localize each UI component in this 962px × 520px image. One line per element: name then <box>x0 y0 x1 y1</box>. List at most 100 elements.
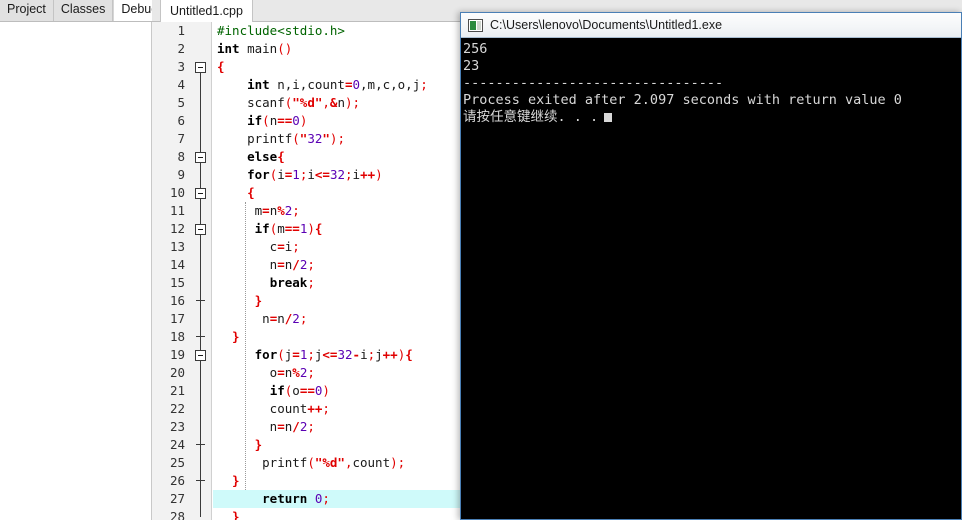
line-number: 12 <box>169 221 185 236</box>
left-tab-classes[interactable]: Classes <box>53 0 114 21</box>
line-number: 14 <box>169 257 185 272</box>
code-token-op: ++ <box>307 401 323 416</box>
gutter-row[interactable]: 6 <box>152 112 211 130</box>
line-number: 13 <box>169 239 185 254</box>
gutter-row[interactable]: 22 <box>152 400 211 418</box>
code-token-punc: ) <box>322 383 330 398</box>
code-token-punc: ; <box>292 239 300 254</box>
fold-end-marker-icon <box>196 300 205 301</box>
code-token-id: n <box>277 311 285 326</box>
line-number: 7 <box>177 131 185 146</box>
gutter-row[interactable]: 20 <box>152 364 211 382</box>
fold-end-marker-icon <box>196 480 205 481</box>
tab-label: Untitled1.cpp <box>170 4 243 18</box>
code-token-op: = <box>262 203 270 218</box>
code-token-brace: { <box>314 221 323 236</box>
code-token-id: i <box>352 167 361 182</box>
gutter-row[interactable]: 2 <box>152 40 211 58</box>
code-token-num: 1 <box>292 167 300 182</box>
gutter-row[interactable]: 19 <box>152 346 211 364</box>
gutter-row[interactable]: 10 <box>152 184 211 202</box>
code-token-punc: ; <box>420 77 428 92</box>
code-token-kw: for <box>254 347 278 362</box>
left-panel: Project Classes Debug <box>0 0 167 520</box>
fold-collapse-icon[interactable] <box>195 62 206 73</box>
code-token-op: == <box>277 113 293 128</box>
code-token-op: = <box>277 239 285 254</box>
code-token-op: - <box>352 347 361 362</box>
console-prompt-text: 请按任意键继续. . . <box>463 109 599 125</box>
gutter-row[interactable]: 17 <box>152 310 211 328</box>
code-token-id: main <box>239 41 278 56</box>
gutter-row[interactable]: 13 <box>152 238 211 256</box>
code-token-id <box>217 113 247 128</box>
editor-gutter[interactable]: 1 2 3 4 5 6 7 8 9 10 11 12 13 14 15 16 17 18 19 20 21 22 23 24 2… <box>152 22 212 520</box>
code-token-punc: ; <box>299 311 308 326</box>
gutter-row[interactable]: 8 <box>152 148 211 166</box>
gutter-row[interactable]: 3 <box>152 58 211 76</box>
code-token-op: / <box>292 419 300 434</box>
line-number: 15 <box>169 275 185 290</box>
code-token-num: 0 <box>352 77 361 92</box>
fold-collapse-icon[interactable] <box>195 224 206 235</box>
gutter-row[interactable]: 18 <box>152 328 211 346</box>
code-token-num: 32 <box>329 167 345 182</box>
code-token-id: i <box>277 167 285 182</box>
fold-collapse-icon[interactable] <box>195 350 206 361</box>
gutter-row[interactable]: 11 <box>152 202 211 220</box>
code-token-id <box>217 347 255 362</box>
code-token-kw: if <box>247 113 263 128</box>
code-token-id: c <box>217 239 278 254</box>
code-token-op: ++ <box>360 167 376 182</box>
console-output[interactable]: 256 23 -------------------------------- Pro… <box>461 38 961 519</box>
console-line: 23 <box>463 58 480 74</box>
gutter-row[interactable]: 12 <box>152 220 211 238</box>
gutter-row[interactable]: 1 <box>152 22 211 40</box>
gutter-row[interactable]: 14 <box>152 256 211 274</box>
code-token-id <box>217 491 262 506</box>
code-token-op: ++ <box>382 347 398 362</box>
code-token-punc: ; <box>322 401 330 416</box>
code-token-op: % <box>292 365 300 380</box>
code-token-brace: } <box>217 329 240 344</box>
code-token-id: m <box>217 203 263 218</box>
gutter-row[interactable]: 7 <box>152 130 211 148</box>
left-tab-project[interactable]: Project <box>0 0 54 21</box>
gutter-row[interactable]: 9 <box>152 166 211 184</box>
fold-end-marker-icon <box>196 444 205 445</box>
tab-untitled1-cpp[interactable]: Untitled1.cpp <box>160 0 253 22</box>
code-token-brace: { <box>277 149 285 164</box>
code-token-punc: ); <box>344 95 361 110</box>
code-token-id <box>217 221 255 236</box>
fold-collapse-icon[interactable] <box>195 188 206 199</box>
code-token-id: n <box>217 419 278 434</box>
gutter-row[interactable]: 25 <box>152 454 211 472</box>
code-token-brace: { <box>405 347 413 362</box>
code-token-punc: , <box>322 95 330 110</box>
ide-window: Project Classes Debug Untitled1.cpp 123456… <box>0 0 962 520</box>
code-token-id: printf <box>217 131 293 146</box>
console-window[interactable]: C:\Users\lenovo\Documents\Untitled1.exe … <box>460 12 962 520</box>
gutter-row[interactable]: 24 <box>152 436 211 454</box>
code-token-kw: for <box>247 167 270 182</box>
console-line: -------------------------------- <box>463 75 724 91</box>
gutter-row[interactable]: 26 <box>152 472 211 490</box>
line-number: 20 <box>169 365 185 380</box>
console-titlebar[interactable]: C:\Users\lenovo\Documents\Untitled1.exe <box>461 13 961 38</box>
code-token-num: 32 <box>307 131 323 146</box>
code-token-id: o <box>217 365 278 380</box>
gutter-row[interactable]: 27 <box>152 490 211 508</box>
console-line: Process exited after 2.097 seconds with … <box>463 92 902 108</box>
code-token-op: == <box>284 221 300 236</box>
gutter-row[interactable]: 23 <box>152 418 211 436</box>
fold-collapse-icon[interactable] <box>195 152 206 163</box>
code-token-kw: if <box>269 383 285 398</box>
code-token-punc: ; <box>307 419 315 434</box>
line-number: 11 <box>169 203 185 218</box>
gutter-row[interactable]: 5 <box>152 94 211 112</box>
gutter-row[interactable]: 16 <box>152 292 211 310</box>
gutter-row[interactable]: 4 <box>152 76 211 94</box>
gutter-row[interactable]: 21 <box>152 382 211 400</box>
gutter-row[interactable]: 15 <box>152 274 211 292</box>
gutter-row[interactable]: 28 <box>152 508 211 520</box>
